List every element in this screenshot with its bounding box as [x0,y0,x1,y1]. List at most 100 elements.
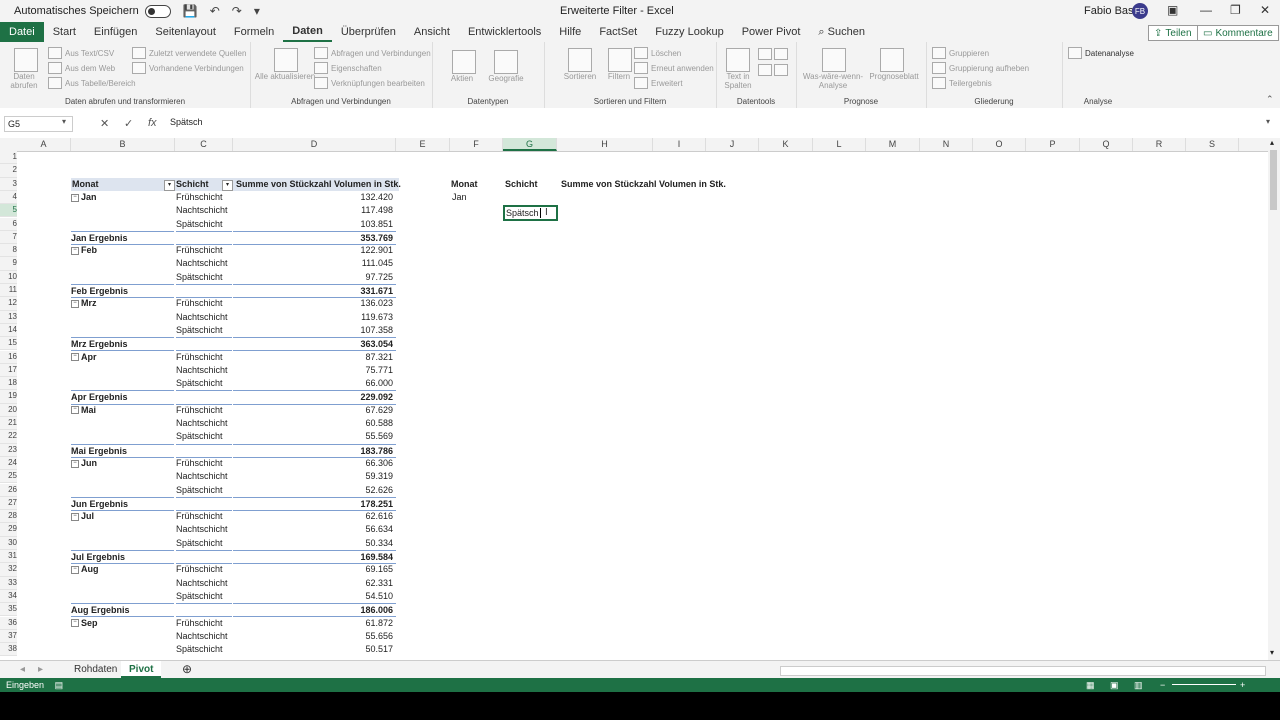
sort-button[interactable]: Sortieren [558,72,602,81]
tab-ansicht[interactable]: Ansicht [405,22,459,42]
pivot-subtotal-label[interactable]: Mrz Ergebnis [71,337,174,352]
column-header-s[interactable]: S [1186,138,1239,151]
avatar[interactable]: FB [1132,3,1148,19]
refresh-all-button[interactable]: Alle aktualisieren [254,72,316,81]
pivot-shift-cell[interactable] [176,443,232,458]
row-header-29[interactable]: 29 [0,523,17,537]
pivot-subtotal-label[interactable]: Apr Ergebnis [71,390,174,405]
horizontal-scrollbar[interactable] [780,666,1266,676]
pivot-subtotal-value[interactable]: 183.786 [233,443,396,458]
pivot-value-cell[interactable]: 136.023 [233,297,396,309]
row-header-25[interactable]: 25 [0,470,17,484]
geography-button[interactable]: Geografie [484,74,528,83]
row-header-21[interactable]: 21 [0,417,17,431]
collapse-icon[interactable]: − [71,406,79,415]
pivot-subtotal-value[interactable]: 186.006 [233,603,396,618]
row-header-8[interactable]: 8 [0,244,17,258]
vertical-scrollbar[interactable]: ▴ ▾ [1268,138,1280,660]
zoom-slider[interactable] [1172,684,1236,685]
minimize-icon[interactable]: — [1200,3,1212,17]
tab-einfuegen[interactable]: Einfügen [85,22,146,42]
pivot-shift-cell[interactable]: Frühschicht [176,563,232,575]
row-header-32[interactable]: 32 [0,563,17,577]
edit-links-button[interactable]: Verknüpfungen bearbeiten [314,77,425,89]
pivot-value-cell[interactable]: 56.634 [233,523,396,535]
tab-datei[interactable]: Datei [0,22,44,42]
pivot-month-cell[interactable] [71,257,174,269]
tab-hilfe[interactable]: Hilfe [550,22,590,42]
pivot-month-cell[interactable] [71,590,174,602]
tab-ueberpruefen[interactable]: Überprüfen [332,22,405,42]
pivot-shift-cell[interactable]: Nachtschicht [176,577,232,589]
row-header-5[interactable]: 5 [0,204,17,218]
pivot-shift-cell[interactable]: Frühschicht [176,404,232,416]
row-header-22[interactable]: 22 [0,430,17,444]
pivot-value-cell[interactable]: 117.498 [233,204,396,216]
pivot-shift-cell[interactable]: Spätschicht [176,218,232,230]
pivot-subtotal-label[interactable]: Mai Ergebnis [71,443,174,458]
row-header-6[interactable]: 6 [0,217,17,231]
pivot-subtotal-value[interactable]: 178.251 [233,496,396,512]
collapse-icon[interactable]: − [71,619,79,628]
column-header-d[interactable]: D [233,138,396,151]
restore-icon[interactable]: ❐ [1230,3,1241,17]
pivot-subtotal-value[interactable]: 363.054 [233,337,396,352]
row-header-3[interactable]: 3 [0,177,17,191]
pivot-value-cell[interactable]: 52.626 [233,484,396,496]
consolidate-icon[interactable] [774,64,788,76]
tab-factset[interactable]: FactSet [590,22,646,42]
pivot-shift-cell[interactable]: Spätschicht [176,324,232,336]
save-icon[interactable]: 💾 [183,4,198,18]
row-header-10[interactable]: 10 [0,270,17,284]
pivot-month-cell[interactable] [71,271,174,283]
pivot-value-cell[interactable]: 107.358 [233,324,396,336]
row-header-26[interactable]: 26 [0,483,17,497]
zoom-in-icon[interactable]: + [1240,678,1245,692]
from-web-button[interactable]: Aus dem Web [48,62,115,74]
pivot-value-cell[interactable]: 67.629 [233,404,396,416]
autosave-toggle[interactable] [144,4,171,18]
pivot-shift-cell[interactable]: Spätschicht [176,537,232,549]
column-header-o[interactable]: O [973,138,1026,151]
column-header-b[interactable]: B [71,138,175,151]
collapse-icon[interactable]: − [71,193,79,202]
pivot-shift-cell[interactable]: Nachtschicht [176,630,232,642]
worksheet-grid[interactable]: ABCDEFGHIJKLMNOPQRS 1 2 3 4 5 6 7 8 9 10 11 12 13 14 1… [0,138,1268,660]
pivot-month-cell[interactable] [71,417,174,429]
pivot-shift-cell[interactable] [176,230,232,246]
data-analysis-button[interactable]: Datenanalyse [1068,47,1134,59]
row-header-7[interactable]: 7 [0,230,17,245]
pivot-month-cell[interactable] [71,523,174,535]
pivot-shift-cell[interactable]: Spätschicht [176,430,232,442]
pivot-month-cell[interactable]: − Sep [71,617,174,629]
data-validation-icon[interactable] [758,64,772,76]
pivot-subtotal-label[interactable]: Jan Ergebnis [71,230,174,246]
from-text-csv-button[interactable]: Aus Text/CSV [48,47,114,59]
pivot-shift-cell[interactable] [176,337,232,352]
pivot-value-cell[interactable]: 50.517 [233,643,396,655]
pivot-value-cell[interactable]: 66.306 [233,457,396,469]
collapse-icon[interactable]: − [71,353,79,362]
pivot-subtotal-value[interactable]: 353.769 [233,230,396,246]
row-header-24[interactable]: 24 [0,456,17,471]
row-header-38[interactable]: 38 [0,643,17,657]
pivot-month-cell[interactable] [71,311,174,323]
properties-button[interactable]: Eigenschaften [314,62,382,74]
pivot-shift-cell[interactable]: Spätschicht [176,484,232,496]
flash-fill-icon[interactable] [758,48,772,60]
pivot-value-cell[interactable]: 59.319 [233,470,396,482]
column-header-f[interactable]: F [450,138,503,151]
pivot-month-cell[interactable] [71,204,174,216]
pivot-value-cell[interactable]: 62.331 [233,577,396,589]
pivot-value-cell[interactable]: 55.569 [233,430,396,442]
row-header-31[interactable]: 31 [0,550,17,564]
pivot-month-cell[interactable] [71,643,174,655]
column-header-j[interactable]: J [706,138,759,151]
column-header-e[interactable]: E [396,138,450,151]
insert-function-icon[interactable]: fx [148,117,157,129]
pivot-subtotal-label[interactable]: Jun Ergebnis [71,496,174,512]
pivot-shift-cell[interactable] [176,496,232,512]
customize-quick-access-icon[interactable]: ▾ [254,4,260,18]
vertical-scroll-thumb[interactable] [1270,150,1277,210]
remove-duplicates-icon[interactable] [774,48,788,60]
